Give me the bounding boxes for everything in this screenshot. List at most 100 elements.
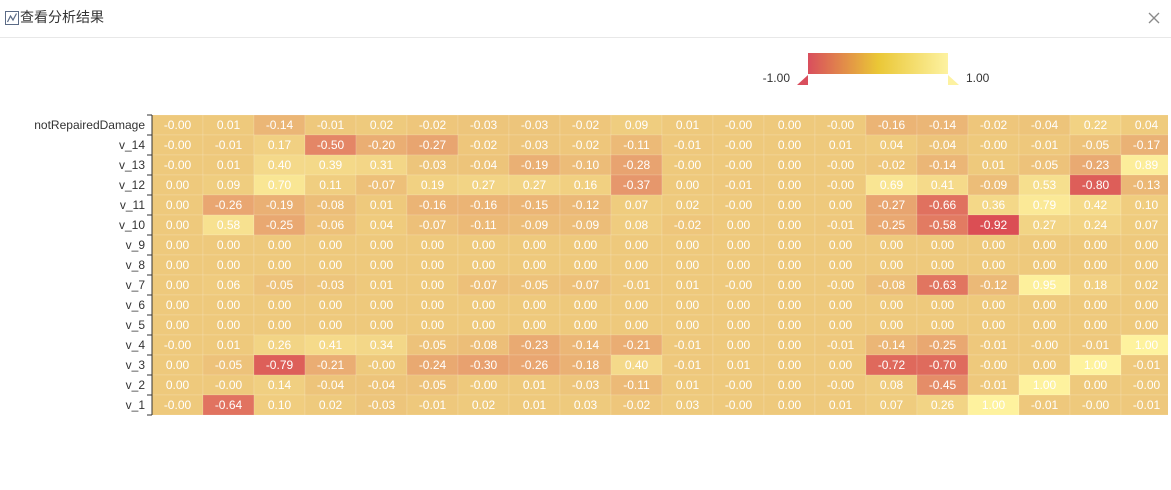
cell-value-label: 0.00: [166, 178, 190, 192]
cell-value-label: 0.00: [625, 238, 649, 252]
cell-value-label: 0.02: [472, 398, 496, 412]
cell-value-label: 0.01: [982, 158, 1006, 172]
cell-value-label: 0.00: [778, 378, 802, 392]
cell-value-label: 0.00: [829, 198, 853, 212]
cell-value-label: 0.00: [778, 198, 802, 212]
cell-value-label: 0.00: [1084, 258, 1108, 272]
cell-value-label: 0.01: [217, 338, 241, 352]
cell-value-label: -0.12: [980, 278, 1008, 292]
cell-value-label: -0.01: [1031, 398, 1059, 412]
cell-value-label: -0.64: [215, 398, 243, 412]
cell-value-label: -0.14: [929, 158, 957, 172]
cell-value-label: 0.14: [268, 378, 292, 392]
cell-value-label: -0.03: [317, 278, 345, 292]
cell-value-label: 0.00: [268, 298, 292, 312]
cell-value-label: -0.02: [980, 118, 1008, 132]
cell-value-label: -0.15: [521, 198, 549, 212]
cell-value-label: 0.00: [829, 358, 853, 372]
cell-value-label: 0.02: [1135, 278, 1159, 292]
cell-value-label: -0.23: [521, 338, 549, 352]
cell-value-label: 0.00: [574, 258, 598, 272]
cell-value-label: -0.02: [572, 138, 600, 152]
cell-value-label: -0.00: [827, 278, 855, 292]
cell-value-label: 0.22: [1084, 118, 1108, 132]
cell-value-label: 0.01: [829, 138, 853, 152]
visual-map-gradient[interactable]: [808, 53, 948, 74]
cell-value-label: 0.53: [1033, 178, 1057, 192]
y-axis-label: v_2: [126, 378, 146, 392]
cell-value-label: -0.03: [572, 378, 600, 392]
cell-value-label: -0.00: [164, 118, 192, 132]
cell-value-label: 0.00: [268, 258, 292, 272]
cell-value-label: -0.11: [623, 138, 650, 152]
visual-map-max-handle[interactable]: [948, 75, 959, 85]
cell-value-label: 0.00: [319, 298, 343, 312]
cell-value-label: -0.80: [1082, 178, 1110, 192]
cell-value-label: -0.17: [1133, 138, 1161, 152]
cell-value-label: 0.00: [217, 238, 241, 252]
cell-value-label: 0.00: [1135, 258, 1159, 272]
cell-value-label: -0.00: [725, 118, 753, 132]
y-axis-label: v_4: [126, 338, 146, 352]
cell-value-label: 0.27: [1033, 218, 1057, 232]
cell-value-label: -0.07: [470, 278, 498, 292]
cell-value-label: -0.09: [572, 218, 600, 232]
cell-value-label: -0.20: [368, 138, 396, 152]
cell-value-label: 0.00: [1084, 298, 1108, 312]
cell-value-label: -0.00: [674, 158, 702, 172]
cell-value-label: 0.00: [421, 318, 445, 332]
cell-value-label: 0.06: [217, 278, 241, 292]
visual-map-legend[interactable]: -1.00 1.00: [763, 53, 990, 85]
cell-value-label: 0.08: [880, 378, 904, 392]
cell-value-label: 0.00: [370, 318, 394, 332]
cell-value-label: 0.00: [931, 298, 955, 312]
cell-value-label: -0.03: [521, 138, 549, 152]
cell-value-label: 0.00: [931, 318, 955, 332]
cell-value-label: 0.00: [523, 258, 547, 272]
cell-value-label: 0.09: [625, 118, 649, 132]
cell-value-label: -0.07: [368, 178, 396, 192]
cell-value-label: 0.04: [370, 218, 394, 232]
chart-icon: [5, 11, 19, 25]
cell-value-label: 0.00: [727, 338, 751, 352]
cell-value-label: 0.00: [268, 318, 292, 332]
cell-value-label: -0.04: [368, 378, 396, 392]
cell-value-label: 1.00: [982, 398, 1006, 412]
cell-value-label: 0.39: [319, 158, 343, 172]
cell-value-label: 0.69: [880, 178, 904, 192]
cell-value-label: -0.16: [470, 198, 498, 212]
cell-value-label: 0.01: [829, 398, 853, 412]
cell-value-label: 0.07: [1135, 218, 1159, 232]
cell-value-label: 0.00: [166, 238, 190, 252]
cell-value-label: -0.28: [623, 158, 651, 172]
cell-value-label: -0.23: [1082, 158, 1110, 172]
cell-value-label: 0.00: [829, 238, 853, 252]
cell-value-label: 0.00: [166, 318, 190, 332]
close-icon[interactable]: [1145, 9, 1163, 27]
cell-value-label: 0.00: [625, 258, 649, 272]
cell-value-label: -0.04: [317, 378, 345, 392]
cell-value-label: -0.00: [368, 358, 396, 372]
cell-value-label: 0.01: [676, 378, 700, 392]
cell-value-label: 0.00: [778, 318, 802, 332]
cell-value-label: 0.00: [829, 318, 853, 332]
cell-value-label: -0.00: [164, 158, 192, 172]
cell-value-label: -0.27: [419, 138, 447, 152]
cell-value-label: 0.00: [778, 138, 802, 152]
dialog-header: 查看分析结果: [0, 0, 1171, 38]
cell-value-label: 0.00: [166, 278, 190, 292]
cell-value-label: 0.18: [1084, 278, 1108, 292]
cell-value-label: 0.00: [1033, 298, 1057, 312]
visual-map-min-handle[interactable]: [797, 75, 808, 85]
cell-value-label: 0.00: [370, 298, 394, 312]
cell-value-label: -0.07: [572, 278, 600, 292]
cell-value-label: 0.01: [523, 378, 547, 392]
cell-value-label: -0.01: [623, 278, 651, 292]
cell-value-label: 0.00: [1135, 298, 1159, 312]
cell-value-label: 0.00: [1033, 318, 1057, 332]
cell-value-label: -0.05: [419, 338, 447, 352]
cell-value-label: -0.04: [470, 158, 498, 172]
cell-value-label: 0.00: [727, 318, 751, 332]
cell-value-label: -0.16: [419, 198, 447, 212]
cell-value-label: 0.27: [523, 178, 547, 192]
